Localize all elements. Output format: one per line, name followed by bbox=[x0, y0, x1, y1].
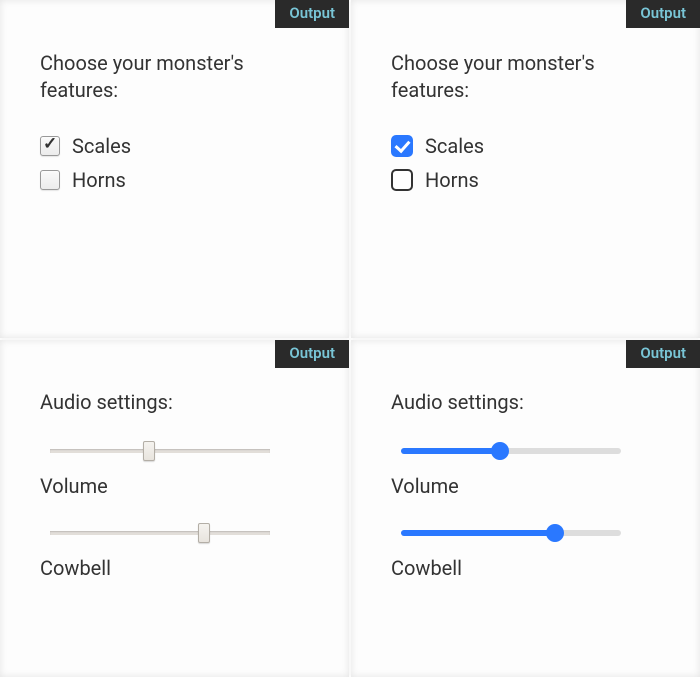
slider-fill bbox=[401, 530, 555, 536]
slider-label-volume: Volume bbox=[40, 474, 309, 498]
checkbox-row-scales: Scales bbox=[391, 134, 660, 158]
panel-monster-grey: Output Choose your monster's features: S… bbox=[0, 0, 349, 338]
checkbox-label-scales: Scales bbox=[72, 134, 131, 158]
checkbox-label-horns: Horns bbox=[72, 168, 126, 192]
slider-label-cowbell: Cowbell bbox=[40, 556, 309, 580]
slider-fill bbox=[401, 448, 500, 454]
output-tag: Output bbox=[626, 0, 700, 28]
slider-label-volume: Volume bbox=[391, 474, 660, 498]
output-tag: Output bbox=[275, 0, 349, 28]
fieldset-legend: Choose your monster's features: bbox=[391, 50, 660, 104]
slider-track bbox=[50, 531, 270, 535]
fieldset-legend: Audio settings: bbox=[40, 390, 309, 414]
panel-monster-blue: Output Choose your monster's features: S… bbox=[351, 0, 700, 338]
slider-thumb[interactable] bbox=[546, 524, 564, 542]
checkbox-scales[interactable] bbox=[391, 135, 413, 157]
output-tag: Output bbox=[626, 340, 700, 368]
checkbox-row-horns: Horns bbox=[40, 168, 309, 192]
checkbox-row-scales: Scales bbox=[40, 134, 309, 158]
checkbox-scales[interactable] bbox=[40, 136, 60, 156]
slider-track bbox=[50, 449, 270, 453]
slider-volume[interactable] bbox=[50, 440, 270, 462]
checkbox-label-horns: Horns bbox=[425, 168, 479, 192]
checkbox-row-horns: Horns bbox=[391, 168, 660, 192]
checkbox-horns[interactable] bbox=[40, 170, 60, 190]
checkbox-label-scales: Scales bbox=[425, 134, 484, 158]
fieldset-legend: Choose your monster's features: bbox=[40, 50, 309, 104]
slider-thumb[interactable] bbox=[198, 523, 210, 543]
slider-cowbell[interactable] bbox=[50, 522, 270, 544]
slider-thumb[interactable] bbox=[491, 442, 509, 460]
slider-volume[interactable] bbox=[401, 440, 621, 462]
fieldset-legend: Audio settings: bbox=[391, 390, 660, 414]
checkbox-horns[interactable] bbox=[391, 169, 413, 191]
output-tag: Output bbox=[275, 340, 349, 368]
slider-thumb[interactable] bbox=[143, 441, 155, 461]
slider-label-cowbell: Cowbell bbox=[391, 556, 660, 580]
slider-cowbell[interactable] bbox=[401, 522, 621, 544]
panel-audio-grey: Output Audio settings: Volume Cowbell bbox=[0, 340, 349, 677]
panel-audio-blue: Output Audio settings: Volume Cowbell bbox=[351, 340, 700, 677]
